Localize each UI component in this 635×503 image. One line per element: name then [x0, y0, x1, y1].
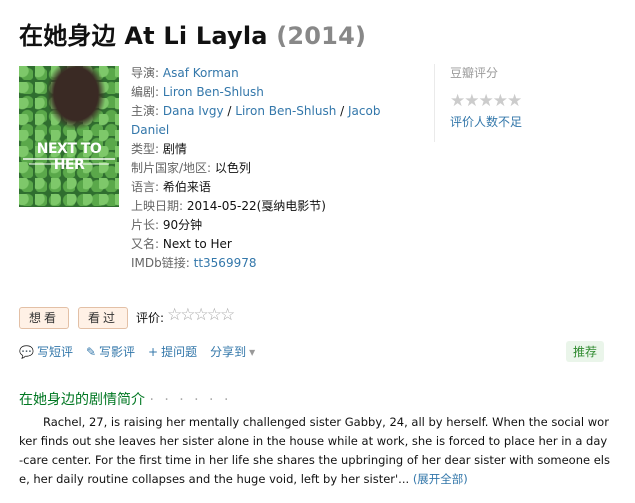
info-separator: : [155, 237, 163, 251]
info-row: 片长: 90分钟 [131, 216, 386, 235]
summary-text: Rachel, 27, is raising her mentally chal… [19, 415, 610, 486]
movie-title: 在她身边 At Li Layla [19, 22, 268, 50]
info-row: 语言: 希伯来语 [131, 178, 386, 197]
info-row: 主演: Dana Ivgy / Liron Ben-Shlush / Jacob… [131, 102, 386, 140]
info-label: 编剧 [131, 85, 156, 99]
action-bar: 💬 写短评 ✎ 写影评 + 提问题 分享到 ▾ [19, 343, 268, 360]
chevron-down-icon: ▾ [249, 345, 256, 359]
movie-poster[interactable]: NEXT TO HER [19, 66, 119, 207]
watched-button[interactable]: 看过 [78, 307, 129, 329]
info-value: 希伯来语 [162, 180, 211, 194]
movie-year: (2014) [276, 22, 367, 50]
plus-icon: + [148, 345, 159, 359]
info-label: 又名 [131, 237, 156, 251]
rating-stars-icon: ★★★★★ [450, 91, 522, 111]
info-label: 片长 [131, 218, 156, 232]
summary-title-dots: · · · · · · [149, 392, 232, 408]
info-value: 90分钟 [162, 218, 203, 232]
info-value: Next to Her [162, 237, 232, 251]
info-link[interactable]: Dana Ivgy [163, 104, 224, 118]
action-label[interactable]: 提问题 [161, 345, 197, 359]
action-2[interactable]: + 提问题 [148, 345, 197, 359]
poster-title: NEXT TO HER [36, 141, 102, 173]
info-row: 编剧: Liron Ben-Shlush [131, 83, 386, 102]
info-value: 以色列 [214, 161, 251, 175]
comment-icon: 💬 [19, 345, 34, 359]
info-label: 导演 [131, 66, 156, 80]
summary-title: 在她身边的剧情简介 · · · · · · [19, 389, 231, 409]
info-label: 上映日期 [131, 199, 180, 213]
info-separator: : [155, 142, 163, 156]
user-rating-stars[interactable]: ☆☆☆☆☆ [167, 305, 235, 325]
info-separator: : [155, 85, 163, 99]
poster-figure [41, 66, 111, 136]
page-title: 在她身边 At Li Layla (2014) [19, 16, 366, 51]
info-separator: : [185, 256, 194, 270]
info-label: 制片国家/地区 [131, 161, 208, 175]
info-label: 语言 [131, 180, 156, 194]
info-row: 导演: Asaf Korman [131, 64, 386, 83]
poster-credits-line [23, 158, 115, 160]
want-to-watch-button[interactable]: 想看 [19, 307, 70, 329]
info-link[interactable]: Liron Ben-Shlush [235, 104, 336, 118]
info-label: IMDb链接 [131, 256, 186, 270]
info-row: 上映日期: 2014-05-22(戛纳电影节) [131, 197, 386, 216]
info-row: IMDb链接: tt3569978 [131, 254, 386, 273]
info-separator: : [179, 199, 187, 213]
douban-rating-panel: 豆瓣评分 ★★★★★ 评价人数不足 [434, 64, 630, 142]
info-label: 类型 [131, 142, 156, 156]
info-row: 又名: Next to Her [131, 235, 386, 254]
info-separator: : [207, 161, 215, 175]
action-label[interactable]: 分享到 [210, 345, 246, 359]
info-link[interactable]: tt3569978 [194, 256, 257, 270]
action-1[interactable]: ✎ 写影评 [86, 345, 135, 359]
plot-summary: Rachel, 27, is raising her mentally chal… [19, 413, 611, 489]
info-separator: : [155, 66, 163, 80]
insufficient-votes-link[interactable]: 评价人数不足 [450, 115, 522, 129]
info-row: 类型: 剧情 [131, 140, 386, 159]
action-3[interactable]: 分享到 ▾ [210, 345, 255, 359]
summary-title-text: 在她身边的剧情简介 [19, 392, 145, 408]
info-value: 2014-05-22(戛纳电影节) [186, 199, 326, 213]
rating-header: 豆瓣评分 [450, 66, 499, 80]
recommend-button[interactable]: 推荐 [566, 341, 605, 362]
poster-credits-line [29, 163, 109, 165]
expand-summary-link[interactable]: (展开全部) [413, 472, 468, 486]
info-separator: : [155, 180, 163, 194]
link-separator: / [336, 104, 348, 118]
link-separator: / [223, 104, 236, 118]
info-value: 剧情 [162, 142, 187, 156]
user-rating-label: 评价: [136, 311, 165, 325]
info-label: 主演 [131, 104, 156, 118]
action-label[interactable]: 写短评 [37, 345, 73, 359]
movie-info: 导演: Asaf Korman 编剧: Liron Ben-Shlush 主演: D… [131, 64, 386, 273]
info-row: 制片国家/地区: 以色列 [131, 159, 386, 178]
info-separator: : [155, 218, 163, 232]
action-label[interactable]: 写影评 [99, 345, 135, 359]
info-link[interactable]: Liron Ben-Shlush [163, 85, 264, 99]
action-0[interactable]: 💬 写短评 [19, 345, 73, 359]
info-link[interactable]: Asaf Korman [163, 66, 239, 80]
pencil-icon: ✎ [85, 345, 97, 359]
info-separator: : [155, 104, 163, 118]
